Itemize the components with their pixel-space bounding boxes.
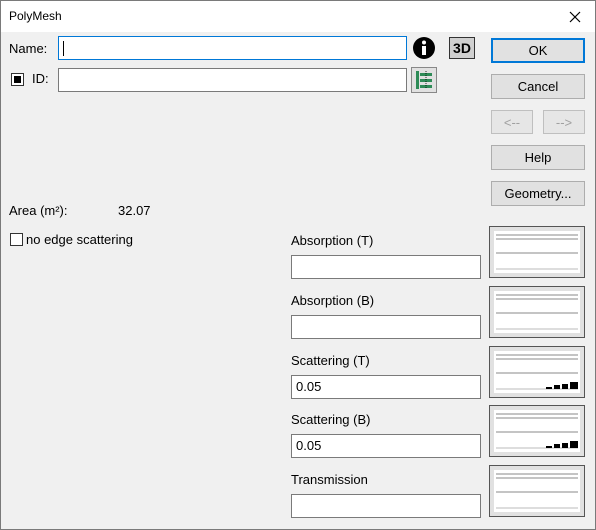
no-edge-scattering-checkbox[interactable] xyxy=(10,233,23,246)
chart-graph xyxy=(496,294,578,330)
text-caret xyxy=(63,41,64,56)
scattering-top-input[interactable]: 0.05 xyxy=(291,375,481,399)
absorption-top-chart-button[interactable] xyxy=(489,226,585,278)
transmission-input[interactable] xyxy=(291,494,481,518)
scattering-bottom-chart xyxy=(494,410,580,452)
next-button[interactable]: --> xyxy=(543,110,585,134)
chart-graph xyxy=(496,473,578,509)
previous-button[interactable]: <-- xyxy=(491,110,533,134)
area-label: Area (m²): xyxy=(9,203,68,218)
id-input[interactable] xyxy=(58,68,407,92)
transmission-chart-button[interactable] xyxy=(489,465,585,517)
absorption-top-chart xyxy=(494,231,580,273)
scattering-top-chart-button[interactable] xyxy=(489,346,585,398)
transmission-chart xyxy=(494,470,580,512)
chart-graph xyxy=(496,234,578,270)
close-icon xyxy=(569,11,581,22)
no-edge-scattering-label: no edge scattering xyxy=(26,232,133,247)
scattering-top-label: Scattering (T) xyxy=(291,353,370,368)
ok-button[interactable]: OK xyxy=(491,38,585,63)
id-list-button[interactable] xyxy=(411,67,437,93)
window-title: PolyMesh xyxy=(9,9,62,23)
3d-icon: 3D xyxy=(453,40,471,56)
help-button[interactable]: Help xyxy=(491,145,585,170)
area-value: 32.07 xyxy=(118,203,151,218)
absorption-top-input[interactable] xyxy=(291,255,481,279)
absorption-bottom-chart xyxy=(494,291,580,333)
scattering-bottom-label: Scattering (B) xyxy=(291,412,371,427)
absorption-bottom-input[interactable] xyxy=(291,315,481,339)
info-button[interactable] xyxy=(411,35,437,61)
polymesh-dialog: PolyMesh Name: 3D ID: OK Cancel <-- --> … xyxy=(0,0,596,530)
absorption-bottom-chart-button[interactable] xyxy=(489,286,585,338)
name-label: Name: xyxy=(9,41,48,56)
scattering-bottom-input[interactable]: 0.05 xyxy=(291,434,481,458)
id-checkbox[interactable] xyxy=(11,73,24,86)
info-icon xyxy=(413,37,435,59)
id-list-icon xyxy=(416,71,432,89)
chart-graph xyxy=(496,413,578,449)
absorption-top-label: Absorption (T) xyxy=(291,233,374,248)
transmission-label: Transmission xyxy=(291,472,368,487)
absorption-bottom-label: Absorption (B) xyxy=(291,293,375,308)
cancel-button[interactable]: Cancel xyxy=(491,74,585,99)
scattering-bottom-chart-button[interactable] xyxy=(489,405,585,457)
scattering-top-chart xyxy=(494,351,580,393)
close-button[interactable] xyxy=(555,1,595,32)
three-d-button[interactable]: 3D xyxy=(449,37,475,59)
id-label: ID: xyxy=(32,71,49,86)
geometry-button[interactable]: Geometry... xyxy=(491,181,585,206)
chart-graph xyxy=(496,354,578,390)
title-bar: PolyMesh xyxy=(1,1,595,32)
name-input[interactable] xyxy=(58,36,407,60)
